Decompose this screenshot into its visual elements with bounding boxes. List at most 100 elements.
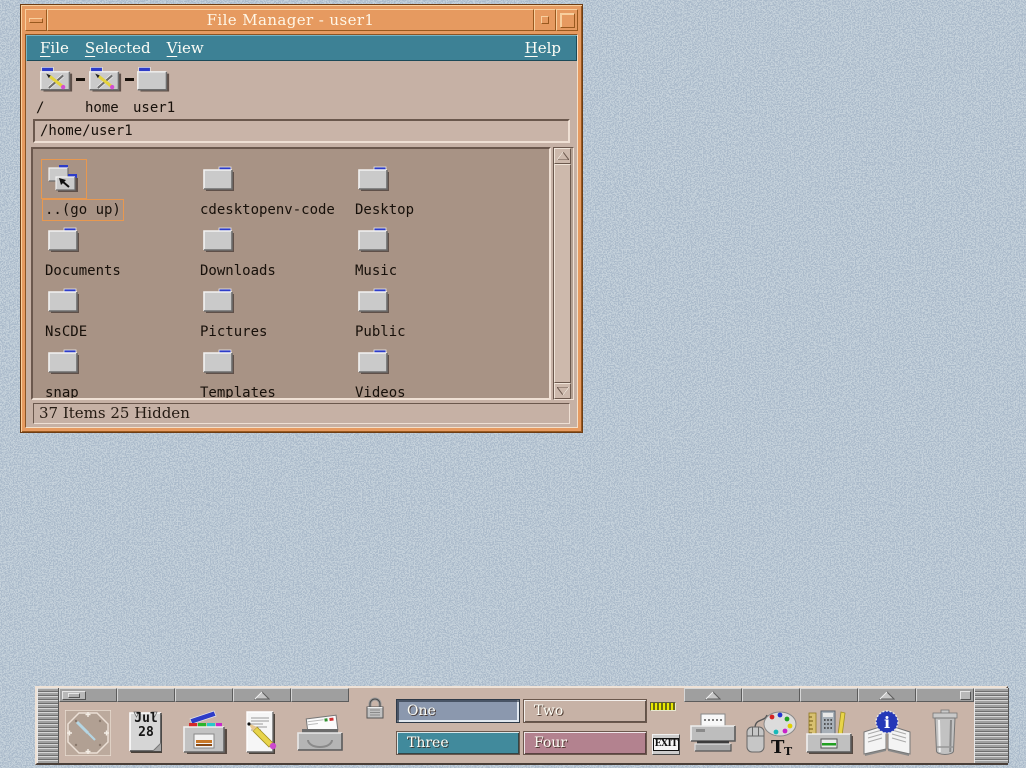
minimize-button[interactable] bbox=[534, 9, 556, 31]
file-item[interactable]: Templates bbox=[200, 348, 340, 400]
subpanel-tab-help-viewer[interactable] bbox=[858, 688, 916, 702]
location-input[interactable]: /home/user1 bbox=[33, 119, 570, 143]
menu-help[interactable]: Help bbox=[517, 38, 569, 58]
folder-icon bbox=[136, 65, 170, 93]
panel-minimize-button[interactable] bbox=[62, 691, 86, 700]
scroll-down-button[interactable] bbox=[554, 383, 571, 399]
panel-menu-button[interactable] bbox=[960, 691, 971, 700]
folder-icon bbox=[202, 348, 236, 376]
subpanel-tab-application-manager[interactable] bbox=[800, 688, 858, 702]
file-item[interactable]: snap bbox=[45, 348, 185, 400]
help-viewer-control[interactable] bbox=[858, 702, 916, 763]
exit-button[interactable]: EXIT bbox=[652, 734, 680, 755]
subpanel-arrow-icon[interactable] bbox=[254, 691, 270, 700]
folder-icon bbox=[357, 287, 391, 315]
panel-icon-row bbox=[684, 702, 974, 763]
file-item[interactable]: Videos bbox=[355, 348, 495, 400]
file-item-label: snap bbox=[45, 385, 79, 400]
subpanel-tab-clock[interactable] bbox=[59, 688, 117, 702]
go-up-folder-icon bbox=[47, 165, 81, 193]
calendar-day: 28 bbox=[117, 726, 175, 740]
subpanel-tab-row bbox=[59, 688, 349, 702]
window-menu-button[interactable] bbox=[25, 9, 47, 31]
path-folder-current[interactable]: user1 bbox=[136, 65, 175, 116]
subpanel-tab-printer[interactable] bbox=[684, 688, 742, 702]
scrollbar-thumb[interactable] bbox=[554, 164, 571, 383]
file-grid[interactable]: ..(go up) cdesktopenv-code Desktop Docum… bbox=[31, 147, 551, 400]
calendar-month: Jul bbox=[117, 712, 175, 726]
text-editor-icon bbox=[242, 710, 282, 756]
subpanel-tab-row bbox=[684, 688, 974, 702]
path-label-current: user1 bbox=[133, 100, 175, 116]
text-editor-control[interactable] bbox=[233, 702, 291, 763]
file-item-label: cdesktopenv-code bbox=[200, 202, 335, 218]
arrow-up-icon bbox=[557, 152, 569, 160]
file-item-label: Documents bbox=[45, 263, 121, 279]
file-item[interactable]: NsCDE bbox=[45, 287, 185, 348]
panel-handle-right[interactable] bbox=[974, 688, 1009, 763]
folder-icon bbox=[47, 226, 81, 254]
minimize-icon bbox=[541, 16, 549, 24]
workspace-button-two[interactable]: Two bbox=[523, 699, 647, 723]
folder-icon bbox=[357, 226, 391, 254]
path-label-home: home bbox=[85, 100, 122, 116]
clock-control[interactable] bbox=[59, 702, 117, 763]
file-item[interactable]: Public bbox=[355, 287, 495, 348]
workspace-label: Three bbox=[407, 735, 449, 751]
menu-file[interactable]: File bbox=[32, 38, 77, 58]
subpanel-arrow-icon[interactable] bbox=[705, 691, 721, 700]
file-item-label: ..(go up) bbox=[45, 202, 121, 218]
menu-selected[interactable]: Selected bbox=[77, 38, 159, 58]
file-item[interactable]: cdesktopenv-code bbox=[200, 165, 340, 226]
file-item-label: Desktop bbox=[355, 202, 414, 218]
help-book-icon bbox=[859, 710, 915, 756]
path-folder-root[interactable]: / bbox=[39, 65, 73, 116]
file-item-label: Music bbox=[355, 263, 397, 279]
file-manager-control[interactable] bbox=[175, 702, 233, 763]
subpanel-tab-calendar[interactable] bbox=[117, 688, 175, 702]
vertical-scrollbar[interactable] bbox=[553, 147, 574, 400]
file-item-go-up[interactable]: ..(go up) bbox=[45, 165, 185, 226]
workspace-button-one[interactable]: One bbox=[396, 699, 520, 723]
path-connector bbox=[125, 78, 134, 81]
style-manager-control[interactable] bbox=[742, 702, 800, 763]
clock-icon bbox=[65, 710, 111, 756]
menu-view[interactable]: View bbox=[159, 38, 212, 58]
subpanel-tab-mailer[interactable] bbox=[291, 688, 349, 702]
lock-icon[interactable] bbox=[364, 696, 386, 720]
folder-icon bbox=[202, 287, 236, 315]
file-item-label: Public bbox=[355, 324, 406, 340]
status-bar: 37 Items 25 Hidden bbox=[26, 401, 577, 427]
panel-left-zone: Jul 28 bbox=[59, 688, 349, 763]
panel-handle-left[interactable] bbox=[37, 688, 59, 763]
panel-right-zone bbox=[684, 688, 974, 763]
folder-icon bbox=[357, 348, 391, 376]
scroll-up-button[interactable] bbox=[554, 148, 571, 164]
calendar-control[interactable]: Jul 28 bbox=[117, 702, 175, 763]
mailer-control[interactable] bbox=[291, 702, 349, 763]
file-item-label: Pictures bbox=[200, 324, 267, 340]
subpanel-tab-style-manager[interactable] bbox=[742, 688, 800, 702]
subpanel-tab-trash[interactable] bbox=[916, 688, 974, 702]
workspace-button-three[interactable]: Three bbox=[396, 731, 520, 755]
trash-can-control[interactable] bbox=[916, 702, 974, 763]
file-item[interactable]: Desktop bbox=[355, 165, 495, 226]
path-folder-home[interactable]: home bbox=[88, 65, 122, 116]
file-item[interactable]: Documents bbox=[45, 226, 185, 287]
subpanel-tab-file-manager[interactable] bbox=[175, 688, 233, 702]
maximize-button[interactable] bbox=[556, 9, 578, 31]
window-menu-icon bbox=[29, 18, 43, 23]
titlebar[interactable]: File Manager - user1 bbox=[25, 9, 578, 31]
printer-control[interactable] bbox=[684, 702, 742, 763]
application-manager-icon bbox=[801, 710, 857, 756]
file-item[interactable]: Pictures bbox=[200, 287, 340, 348]
file-item[interactable]: Downloads bbox=[200, 226, 340, 287]
file-item-label: Downloads bbox=[200, 263, 276, 279]
subpanel-tab-text-editor[interactable] bbox=[233, 688, 291, 702]
file-item[interactable]: Music bbox=[355, 226, 495, 287]
folder-x-icon bbox=[39, 65, 73, 93]
subpanel-arrow-icon[interactable] bbox=[879, 691, 895, 700]
menubar: File Selected View Help bbox=[26, 35, 577, 61]
workspace-button-four[interactable]: Four bbox=[523, 731, 647, 755]
application-manager-control[interactable] bbox=[800, 702, 858, 763]
